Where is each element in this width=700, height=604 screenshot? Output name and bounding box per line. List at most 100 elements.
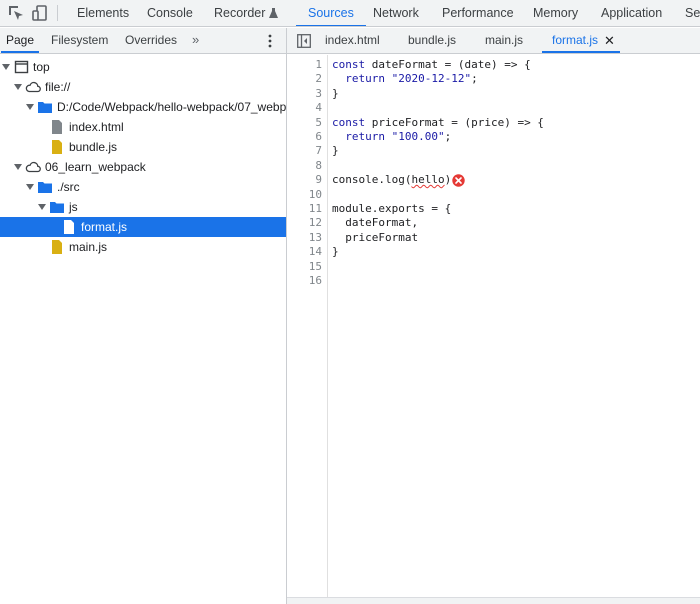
tree-item-label: index.html	[69, 120, 124, 134]
line-number[interactable]: 1	[292, 58, 322, 72]
line-number[interactable]: 7	[292, 144, 322, 158]
tree-item-main-js[interactable]: main.js	[0, 237, 287, 257]
js-file-icon	[52, 240, 62, 254]
line-number[interactable]: 10	[292, 188, 322, 202]
kebab-menu-icon[interactable]	[266, 34, 274, 48]
code-token: ;	[471, 72, 478, 86]
tab-page[interactable]: Page	[0, 28, 40, 53]
code-line[interactable]: return "2020-12-12";	[332, 72, 478, 86]
tree-item-label: bundle.js	[69, 140, 118, 154]
tree-item-label: top	[33, 60, 50, 74]
tree-item-folder-07[interactable]: D:/Code/Webpack/hello-webpack/07_webp	[0, 97, 287, 117]
expand-arrow-icon[interactable]	[26, 184, 34, 190]
line-number[interactable]: 4	[292, 101, 322, 115]
flask-icon	[269, 8, 279, 18]
tree-item-bundle-js[interactable]: bundle.js	[0, 137, 287, 157]
expand-arrow-icon[interactable]	[14, 84, 22, 90]
more-tabs-icon[interactable]: »	[192, 28, 199, 53]
code-token: "2020-12-12"	[385, 72, 472, 86]
code-line[interactable]: }	[332, 245, 339, 259]
close-icon[interactable]: ✕	[604, 28, 615, 53]
inspect-element-icon[interactable]	[7, 4, 25, 22]
tab-console[interactable]: Console	[147, 0, 193, 26]
code-token: dateFormat,	[332, 216, 419, 230]
tab-application[interactable]: Application	[601, 0, 662, 26]
tab-sources[interactable]: Sources	[296, 0, 366, 26]
tree-item-06-learn-webpack[interactable]: 06_learn_webpack	[0, 157, 287, 177]
code-token: ;	[444, 130, 452, 143]
device-toolbar-icon[interactable]	[31, 4, 49, 22]
code-token: }	[332, 86, 339, 100]
editor-tab-format-js[interactable]: format.js	[541, 28, 621, 53]
code-token: return	[345, 72, 385, 86]
line-number[interactable]: 2	[292, 72, 322, 86]
editor-tab-index-html[interactable]: index.html	[325, 28, 380, 53]
tree-item-index-html[interactable]: index.html	[0, 117, 287, 137]
line-number[interactable]: 8	[292, 159, 322, 173]
line-number[interactable]: 11	[292, 202, 322, 216]
code-token: module.exports = {	[332, 202, 452, 215]
tab-security[interactable]: Se	[685, 0, 700, 26]
cloud-icon	[25, 161, 41, 173]
code-token: dateFormat = (date) => {	[365, 58, 531, 71]
code-line[interactable]: priceFormat	[332, 231, 418, 245]
file-icon	[64, 220, 74, 234]
tab-overrides[interactable]: Overrides	[125, 28, 177, 53]
tab-memory[interactable]: Memory	[533, 0, 578, 26]
code-token: const	[332, 58, 366, 71]
tree-item-src[interactable]: ./src	[0, 177, 287, 197]
expand-arrow-icon[interactable]	[38, 204, 46, 210]
code-line[interactable]: }	[332, 144, 339, 158]
code-token: console.log(	[332, 173, 412, 187]
toolbar-separator	[57, 5, 58, 21]
line-number[interactable]: 3	[292, 87, 322, 101]
line-number[interactable]: 9	[292, 173, 322, 187]
tree-item-label: format.js	[81, 220, 128, 234]
code-line[interactable]: dateFormat,	[332, 216, 418, 230]
line-number[interactable]: 5	[292, 116, 322, 130]
error-icon[interactable]	[452, 174, 465, 187]
code-token: priceFormat	[332, 230, 419, 244]
expand-arrow-icon[interactable]	[14, 164, 22, 170]
code-token: priceFormat = (price) => {	[365, 115, 544, 129]
line-number[interactable]: 15	[292, 260, 322, 274]
code-token: }	[332, 144, 339, 158]
code-token: }	[332, 245, 339, 259]
code-token: const	[332, 115, 366, 129]
tree-item-label: ./src	[57, 180, 80, 194]
line-number[interactable]: 14	[292, 245, 322, 259]
editor-tabbar: index.html bundle.js main.js format.js	[287, 28, 700, 54]
tab-performance[interactable]: Performance	[442, 0, 514, 26]
frame-icon	[14, 60, 29, 74]
horizontal-scrollbar[interactable]	[287, 597, 700, 604]
code-line[interactable]: const dateFormat = (date) => {	[332, 58, 531, 72]
tab-network[interactable]: Network	[373, 0, 419, 26]
editor-tab-main-js[interactable]: main.js	[485, 28, 523, 53]
tree-item-format-js[interactable]: format.js	[0, 217, 287, 237]
line-number[interactable]: 12	[292, 216, 322, 230]
code-line[interactable]: }	[332, 87, 339, 101]
tree-item-js-folder[interactable]: js	[0, 197, 287, 217]
line-number[interactable]: 13	[292, 231, 322, 245]
code-line[interactable]: module.exports = {	[332, 202, 451, 216]
expand-arrow-icon[interactable]	[2, 64, 10, 70]
code-token: "100.00"	[385, 130, 445, 143]
tab-recorder[interactable]: Recorder	[214, 0, 279, 26]
tab-elements[interactable]: Elements	[77, 0, 129, 26]
line-number[interactable]: 6	[292, 130, 322, 144]
editor-tab-bundle-js[interactable]: bundle.js	[408, 28, 456, 53]
tree-item-label: main.js	[69, 240, 108, 254]
tree-item-file-origin[interactable]: file://	[0, 77, 287, 97]
tree-item-top[interactable]: top	[0, 57, 287, 77]
code-token: )	[444, 173, 452, 187]
folder-icon	[50, 202, 64, 213]
code-line[interactable]: const priceFormat = (price) => {	[332, 116, 544, 130]
code-line[interactable]: console.log(hello)	[332, 173, 451, 187]
line-number[interactable]: 16	[292, 274, 322, 288]
code-line[interactable]: return "100.00";	[332, 130, 451, 144]
expand-arrow-icon[interactable]	[26, 104, 34, 110]
tab-filesystem[interactable]: Filesystem	[51, 28, 108, 53]
toggle-navigator-icon[interactable]	[297, 34, 311, 48]
